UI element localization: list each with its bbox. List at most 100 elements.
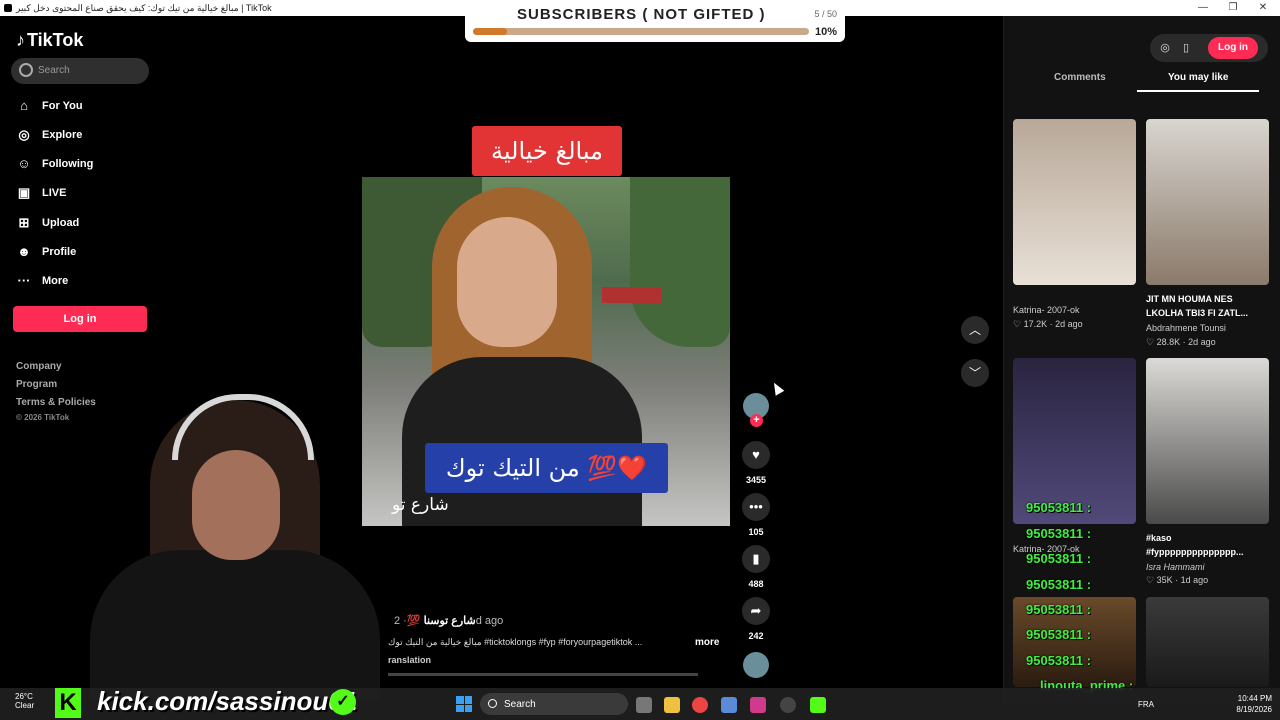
subscribers-count: 5 / 50 <box>814 9 837 19</box>
task-view-icon[interactable] <box>636 697 652 713</box>
chrome-icon[interactable] <box>692 697 708 713</box>
video-author[interactable]: شارع توسنا 💯· 2d ago <box>388 614 503 627</box>
compass-icon: ◎ <box>18 127 30 142</box>
following-icon: ☺ <box>17 156 31 171</box>
home-icon: ⌂ <box>20 98 28 113</box>
chat-message: 95053811 : <box>1026 500 1092 515</box>
profile-icon: ☻ <box>17 244 31 259</box>
save-button[interactable]: ▮ 488 <box>742 545 770 589</box>
card-meta: ♡ 28.8K · 2d ago <box>1146 337 1216 347</box>
card-title[interactable]: #kaso #fypppppppppppppp... <box>1146 531 1271 559</box>
chat-message: 95053811 : <box>1026 551 1092 566</box>
nav-for-you[interactable]: ⌂ For You <box>16 96 146 118</box>
clock-time: 10:44 PM <box>1237 694 1272 703</box>
card-title[interactable]: JIT MN HOUMA NES LKOLHA TBI3 FI ZATL... <box>1146 292 1271 320</box>
nav-label: Explore <box>42 129 83 141</box>
more-link[interactable]: more <box>695 637 719 648</box>
card-author[interactable]: Katrina- 2007-ok <box>1013 305 1080 315</box>
nav-explore[interactable]: ◎ Explore <box>16 125 146 147</box>
comment-button[interactable]: ••• 105 <box>742 493 770 537</box>
kick-app-icon[interactable] <box>810 697 826 713</box>
compass-icon[interactable]: ◎ <box>1158 41 1172 55</box>
footer-link-program[interactable]: Program <box>16 379 57 390</box>
maximize-icon[interactable]: ❐ <box>1218 0 1248 16</box>
nav-more[interactable]: ··· More <box>16 271 146 293</box>
upload-icon: ⊞ <box>18 215 30 230</box>
video-thumbnail[interactable] <box>1146 119 1269 285</box>
file-explorer-icon[interactable] <box>664 697 680 713</box>
tab-you-may-like[interactable]: You may like <box>1168 72 1228 83</box>
footer-link-company[interactable]: Company <box>16 361 62 372</box>
chat-message: 95053811 : <box>1026 602 1092 617</box>
active-tab-indicator <box>1137 90 1259 92</box>
tiktok-favicon-icon <box>4 4 12 12</box>
comment-count: 105 <box>748 527 764 537</box>
taskbar-search[interactable]: Search <box>480 693 628 715</box>
video-thumbnail[interactable] <box>1146 597 1269 687</box>
bookmark-icon: ▮ <box>742 545 770 573</box>
comment-icon: ••• <box>742 493 770 521</box>
kick-logo-icon: K <box>55 688 81 718</box>
tab-comments[interactable]: Comments <box>1054 72 1106 83</box>
minimize-icon[interactable]: — <box>1188 0 1218 16</box>
chat-message: 95053811 : <box>1026 526 1092 541</box>
save-count: 488 <box>748 579 764 589</box>
share-button[interactable]: ➦ 242 <box>742 597 770 641</box>
store-icon[interactable] <box>721 697 737 713</box>
card-author[interactable]: Abdrahmene Tounsi <box>1146 323 1226 333</box>
lang-indicator: FRA <box>1138 700 1154 709</box>
subscribers-percent: 10% <box>814 26 837 38</box>
weather-text: Clear <box>15 701 35 710</box>
follow-plus-icon[interactable]: + <box>750 414 763 427</box>
card-author[interactable]: Isra Hammami <box>1146 562 1205 572</box>
video-bottom-text: شارع تو <box>392 495 449 515</box>
taskbar-clock[interactable]: 10:44 PM 8/19/2026 <box>1228 693 1272 715</box>
phone-icon[interactable]: ▯ <box>1179 41 1193 55</box>
sidebar-login-button[interactable]: Log in <box>13 306 147 332</box>
nav-label: LIVE <box>42 187 67 199</box>
weather-widget[interactable]: 26°C Clear <box>15 692 34 710</box>
nav-label: Upload <box>42 217 80 229</box>
chevron-up-icon: ︿ <box>968 323 981 337</box>
tiktok-logo[interactable]: ♪ TikTok <box>16 30 83 51</box>
author-name[interactable]: شارع توسنا 💯 <box>407 615 476 627</box>
video-tree-right <box>630 177 730 347</box>
taskbar-search-label: Search <box>504 699 536 710</box>
streamer-webcam <box>60 394 400 700</box>
chat-message: 95053811 : <box>1026 577 1092 592</box>
previous-video-button[interactable]: ︿ <box>961 316 989 344</box>
windows-start-icon[interactable] <box>456 696 472 712</box>
subscribers-goal-widget: SUBSCRIBERS ( NOT GIFTED ) 5 / 50 10% <box>465 0 845 42</box>
nav-upload[interactable]: ⊞ Upload <box>16 213 146 235</box>
tiktok-note-icon: ♪ <box>16 30 25 50</box>
subscribers-progress-fill <box>473 28 507 35</box>
video-thumbnail[interactable] <box>1013 119 1136 285</box>
obs-icon[interactable] <box>780 697 796 713</box>
nav-label: Following <box>42 158 94 170</box>
nav-live[interactable]: ▣ LIVE <box>16 183 146 205</box>
video-progress-bar[interactable] <box>388 673 698 676</box>
webcam-face <box>192 450 280 560</box>
music-disc-avatar[interactable] <box>743 652 769 678</box>
nav-label: For You <box>42 100 83 112</box>
heart-icon: ♥ <box>742 441 770 469</box>
search-icon <box>19 63 33 77</box>
video-awning <box>602 287 662 303</box>
share-icon: ➦ <box>742 597 770 625</box>
next-video-button[interactable]: ﹀ <box>961 359 989 387</box>
video-description: مبالغ خيالية من التيك توك #ticktoklongs … <box>388 637 643 647</box>
header-login-button[interactable]: Log in <box>1208 37 1258 59</box>
nav-following[interactable]: ☺ Following <box>16 154 146 176</box>
instagram-icon[interactable] <box>750 697 766 713</box>
search-input[interactable]: Search <box>11 58 149 84</box>
like-button[interactable]: ♥ 3455 <box>742 441 770 485</box>
nav-profile[interactable]: ☻ Profile <box>16 242 146 264</box>
close-icon[interactable]: ✕ <box>1248 0 1278 16</box>
like-count: 3455 <box>745 475 767 485</box>
search-placeholder: Search <box>38 65 70 76</box>
video-thumbnail[interactable] <box>1146 358 1269 524</box>
video-person-face <box>457 217 557 347</box>
clock-date: 8/19/2026 <box>1236 705 1272 714</box>
more-icon: ··· <box>17 273 31 288</box>
kick-handle: kick.com/sassinou01 <box>97 686 358 716</box>
